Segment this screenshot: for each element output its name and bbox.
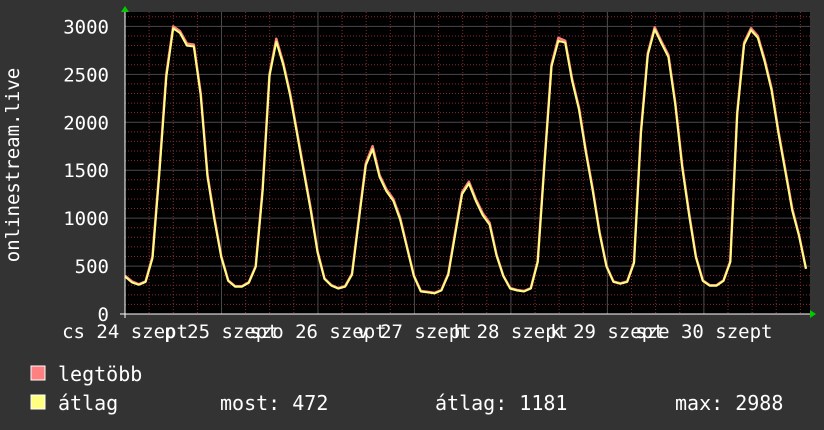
y-axis-ticks: 050010001500200025003000 [63, 16, 109, 326]
x-tick-label: sze 30 szept [635, 321, 772, 343]
x-axis-ticks: cs 24 szeptp 25 szeptszo 26 szeptv 27 sz… [62, 321, 772, 343]
y-tick-label: 2000 [63, 112, 109, 134]
y-tick-label: 500 [75, 256, 109, 278]
stat-most: most: 472 [220, 391, 328, 415]
x-axis-arrow-icon [810, 310, 816, 318]
legend-swatch-legtobb [30, 365, 46, 381]
legend-swatch-atlag [30, 394, 46, 410]
plot-area [125, 12, 810, 314]
legend-label-atlag: átlag [58, 391, 118, 415]
y-axis-label: onlinestream.live [2, 68, 24, 262]
y-tick-label: 1500 [63, 160, 109, 182]
stat-atlag: átlag: 1181 [435, 391, 567, 415]
y-tick-label: 2500 [63, 64, 109, 86]
y-tick-label: 3000 [63, 16, 109, 38]
rrd-chart: 050010001500200025003000 cs 24 szeptp 25… [2, 6, 816, 415]
y-tick-label: 1000 [63, 208, 109, 230]
legend-label-legtobb: legtöbb [58, 362, 142, 386]
y-axis-arrow-icon [121, 6, 129, 12]
stat-max: max: 2988 [675, 391, 783, 415]
